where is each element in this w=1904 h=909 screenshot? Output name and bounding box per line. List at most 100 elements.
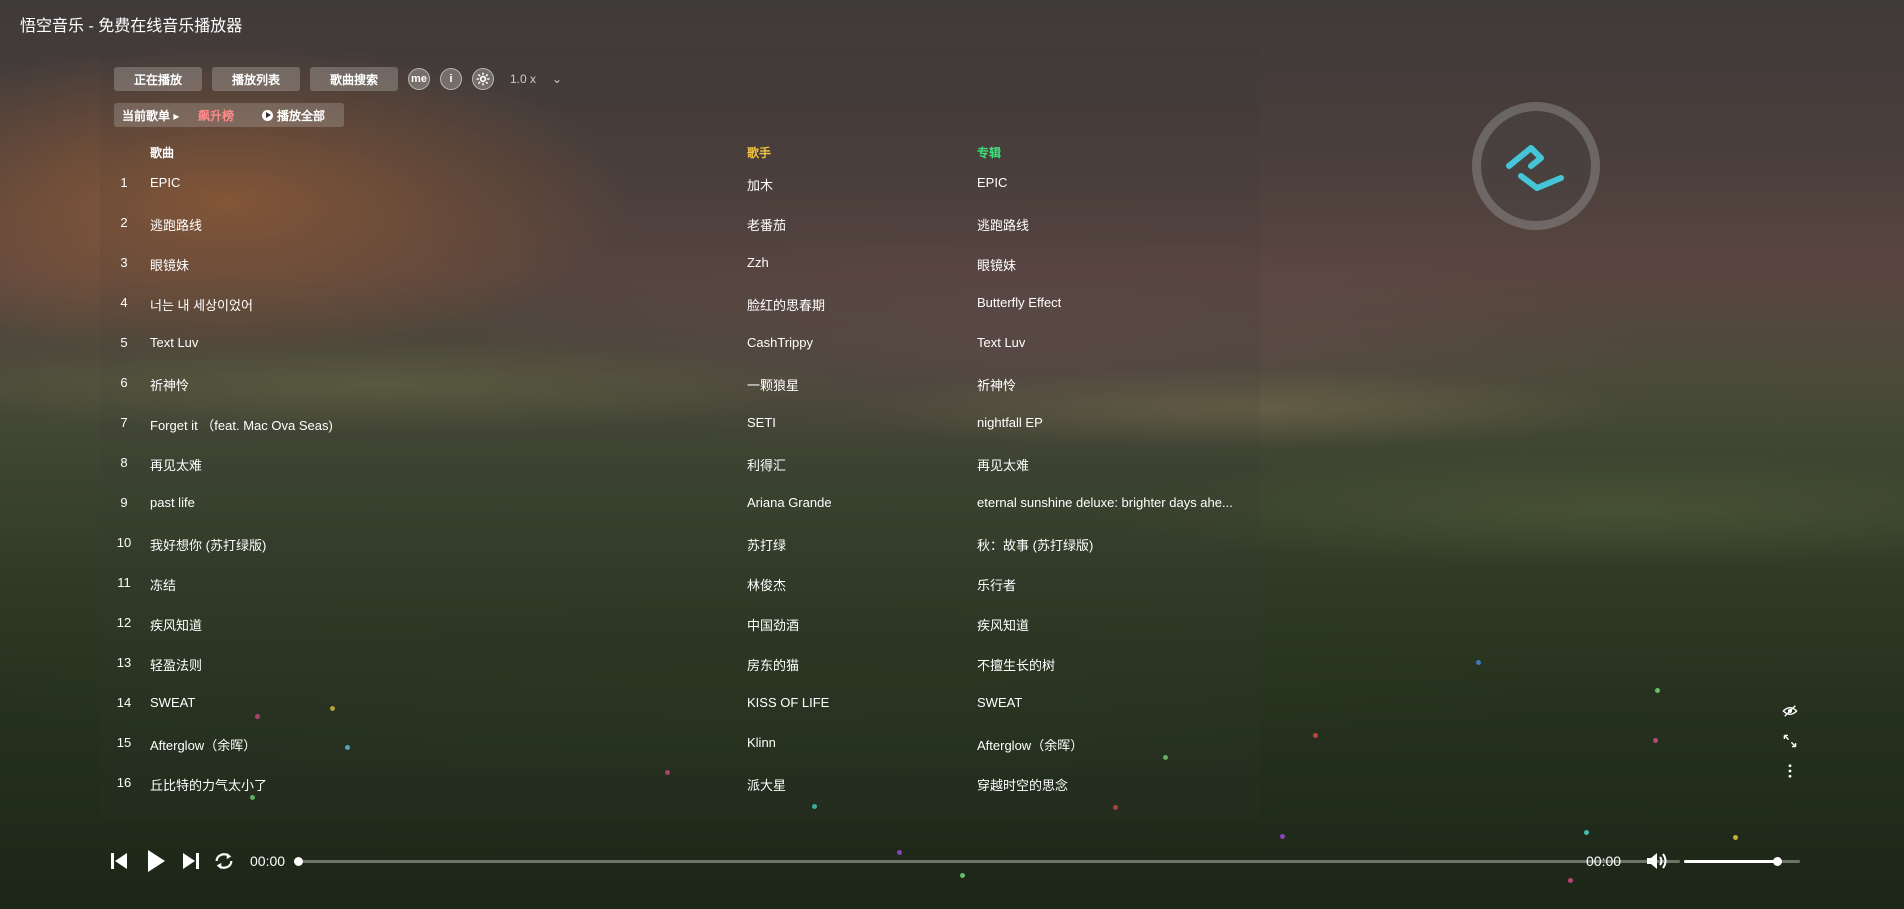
row-number: 8 xyxy=(120,455,128,470)
song-title[interactable]: 祈神怜 xyxy=(150,375,189,394)
album-name[interactable]: 逃跑路线 xyxy=(977,215,1029,234)
song-title[interactable]: SWEAT xyxy=(150,695,195,710)
table-header: 歌曲 歌手 专辑 xyxy=(114,144,1274,160)
table-row[interactable]: 4 너는 내 세상이었어 脸红的思春期 Butterfly Effect xyxy=(114,287,1274,327)
artist-name[interactable]: 老番茄 xyxy=(747,215,786,234)
table-row[interactable]: 9 past life Ariana Grande eternal sunshine … xyxy=(114,487,1274,527)
info-icon[interactable]: i xyxy=(440,68,462,90)
song-title[interactable]: EPIC xyxy=(150,175,180,190)
current-list-label: 当前歌单 ▸ xyxy=(122,108,180,123)
album-name[interactable]: 不擅生长的树 xyxy=(977,655,1055,674)
play-all-button[interactable]: 播放全部 xyxy=(262,107,325,124)
row-number: 4 xyxy=(120,295,128,310)
previous-icon[interactable] xyxy=(108,846,130,876)
progress-bar[interactable] xyxy=(298,860,1680,863)
me-icon[interactable]: me xyxy=(408,68,430,90)
table-row[interactable]: 3 眼镜妹 Zzh 眼镜妹 xyxy=(114,247,1274,287)
song-title[interactable]: 眼镜妹 xyxy=(150,255,189,274)
gear-icon[interactable] xyxy=(472,68,494,90)
album-cover-logo xyxy=(1472,102,1600,230)
artist-name[interactable]: 中国劲酒 xyxy=(747,615,799,634)
artist-name[interactable]: 一颗狼星 xyxy=(747,375,799,394)
artist-name[interactable]: Ariana Grande xyxy=(747,495,832,510)
eye-slash-icon[interactable] xyxy=(1780,698,1800,728)
row-number: 6 xyxy=(120,375,128,390)
album-name[interactable]: Butterfly Effect xyxy=(977,295,1061,310)
row-number: 11 xyxy=(117,575,131,590)
row-number: 9 xyxy=(120,495,128,510)
play-circle-icon xyxy=(262,109,273,121)
artist-name[interactable]: 加木 xyxy=(747,175,773,194)
row-number: 3 xyxy=(120,255,128,270)
album-name[interactable]: SWEAT xyxy=(977,695,1022,710)
song-title[interactable]: Text Luv xyxy=(150,335,198,350)
table-row[interactable]: 13 轻盈法则 房东的猫 不擅生长的树 xyxy=(114,647,1274,687)
song-title[interactable]: 轻盈法则 xyxy=(150,655,202,674)
table-row[interactable]: 16 丘比特的力气太小了 派大星 穿越时空的思念 xyxy=(114,767,1274,807)
artist-name[interactable]: KISS OF LIFE xyxy=(747,695,829,710)
progress-handle[interactable] xyxy=(294,857,303,866)
loop-icon[interactable] xyxy=(212,846,236,876)
artist-name[interactable]: CashTrippy xyxy=(747,335,813,350)
album-name[interactable]: Afterglow（余晖） xyxy=(977,735,1083,754)
album-name[interactable]: 疾风知道 xyxy=(977,615,1029,634)
song-title[interactable]: 再见太难 xyxy=(150,455,202,474)
album-name[interactable]: 乐行者 xyxy=(977,575,1016,594)
play-icon[interactable] xyxy=(144,846,168,876)
artist-name[interactable]: 利得汇 xyxy=(747,455,786,474)
row-number: 10 xyxy=(116,535,132,550)
album-name[interactable]: 再见太难 xyxy=(977,455,1029,474)
table-row[interactable]: 15 Afterglow（余晖） Klinn Afterglow（余晖） xyxy=(114,727,1274,767)
album-name[interactable]: EPIC xyxy=(977,175,1007,190)
song-title[interactable]: 丘比特的力气太小了 xyxy=(150,775,267,794)
song-title[interactable]: 너는 내 세상이었어 xyxy=(150,295,253,314)
album-name[interactable]: Text Luv xyxy=(977,335,1025,350)
artist-name[interactable]: 派大星 xyxy=(747,775,786,794)
album-name[interactable]: 穿越时空的思念 xyxy=(977,775,1068,794)
artist-name[interactable]: Klinn xyxy=(747,735,776,750)
artist-name[interactable]: SETI xyxy=(747,415,776,430)
playback-speed[interactable]: 1.0 x xyxy=(510,72,536,86)
table-row[interactable]: 5 Text Luv CashTrippy Text Luv xyxy=(114,327,1274,367)
table-row[interactable]: 12 疾风知道 中国劲酒 疾风知道 xyxy=(114,607,1274,647)
song-title[interactable]: past life xyxy=(150,495,195,510)
song-title[interactable]: 我好想你 (苏打绿版) xyxy=(150,535,266,554)
album-name[interactable]: eternal sunshine deluxe: brighter days a… xyxy=(977,495,1233,510)
current-time: 00:00 xyxy=(250,853,286,869)
artist-name[interactable]: 苏打绿 xyxy=(747,535,786,554)
song-title[interactable]: 逃跑路线 xyxy=(150,215,202,234)
artist-name[interactable]: 房东的猫 xyxy=(747,655,799,674)
album-name[interactable]: 眼镜妹 xyxy=(977,255,1016,274)
album-name[interactable]: 祈神怜 xyxy=(977,375,1016,394)
window-title: 悟空音乐 - 免费在线音乐播放器 xyxy=(20,18,243,35)
artist-name[interactable]: Zzh xyxy=(747,255,769,270)
chevron-down-icon[interactable]: ⌄ xyxy=(552,72,562,86)
table-row[interactable]: 14 SWEAT KISS OF LIFE SWEAT xyxy=(114,687,1274,727)
artist-name[interactable]: 林俊杰 xyxy=(747,575,786,594)
table-row[interactable]: 10 我好想你 (苏打绿版) 苏打绿 秋：故事 (苏打绿版) xyxy=(114,527,1274,567)
table-row[interactable]: 6 祈神怜 一颗狼星 祈神怜 xyxy=(114,367,1274,407)
toolbar: 正在播放 播放列表 歌曲搜索 me i 1.0 x ⌄ xyxy=(114,67,562,91)
table-row[interactable]: 7 Forget it （feat. Mac Ova Seas) SETI night… xyxy=(114,407,1274,447)
volume-handle[interactable] xyxy=(1772,857,1782,866)
song-title[interactable]: Forget it （feat. Mac Ova Seas) xyxy=(150,415,333,434)
artist-name[interactable]: 脸红的思春期 xyxy=(747,295,825,314)
row-number: 2 xyxy=(120,215,128,230)
playlist-button[interactable]: 播放列表 xyxy=(212,67,300,91)
album-name[interactable]: nightfall EP xyxy=(977,415,1043,430)
table-row[interactable]: 8 再见太难 利得汇 再见太难 xyxy=(114,447,1274,487)
song-title[interactable]: 冻结 xyxy=(150,575,176,594)
now-playing-button[interactable]: 正在播放 xyxy=(114,67,202,91)
song-search-button[interactable]: 歌曲搜索 xyxy=(310,67,398,91)
next-icon[interactable] xyxy=(180,846,202,876)
more-vertical-icon[interactable] xyxy=(1780,758,1800,788)
song-title[interactable]: Afterglow（余晖） xyxy=(150,735,256,754)
table-row[interactable]: 2 逃跑路线 老番茄 逃跑路线 xyxy=(114,207,1274,247)
fullscreen-icon[interactable] xyxy=(1780,728,1800,758)
current-list-name[interactable]: 飙升榜 xyxy=(198,107,262,124)
album-name[interactable]: 秋：故事 (苏打绿版) xyxy=(977,535,1093,554)
song-title[interactable]: 疾风知道 xyxy=(150,615,202,634)
table-row[interactable]: 11 冻结 林俊杰 乐行者 xyxy=(114,567,1274,607)
table-row[interactable]: 1 EPIC 加木 EPIC xyxy=(114,167,1274,207)
volume-icon[interactable] xyxy=(1644,846,1670,876)
